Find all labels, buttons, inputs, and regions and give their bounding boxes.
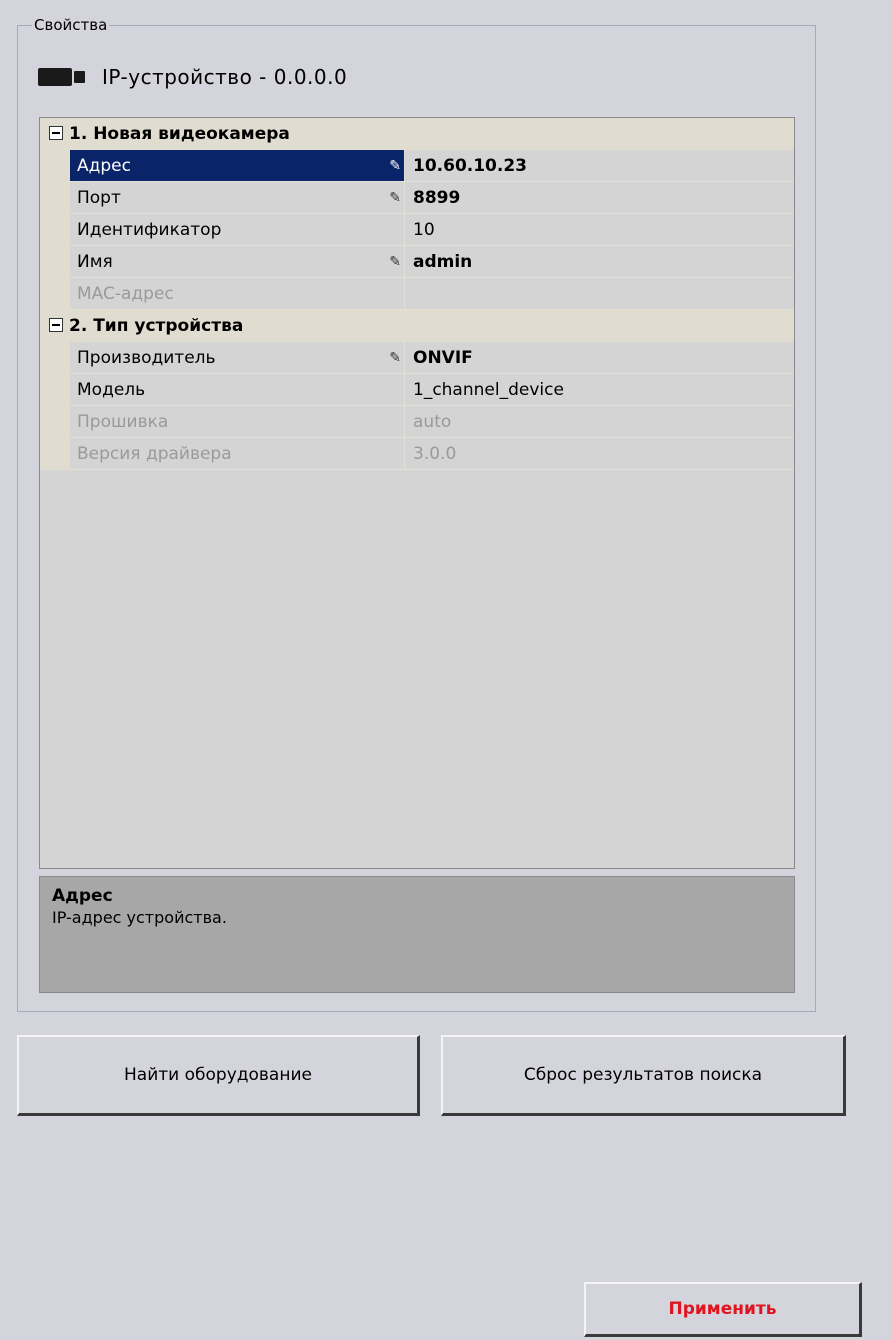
property-row-identifier[interactable]: Идентификатор 10 [40, 214, 794, 246]
property-value: 3.0.0 [404, 438, 794, 470]
video-camera-icon [38, 67, 88, 87]
device-header: IP-устройство - 0.0.0.0 [38, 60, 347, 94]
property-value[interactable]: 10 [404, 214, 794, 246]
property-name: Производитель [77, 348, 216, 368]
category-label: 2. Тип устройства [69, 316, 244, 336]
property-value[interactable]: 8899 [404, 182, 794, 214]
category-label: 1. Новая видеокамера [69, 124, 290, 144]
property-value[interactable]: 1_channel_device [404, 374, 794, 406]
property-row-driver-version[interactable]: Версия драйвера 3.0.0 [40, 438, 794, 470]
help-title: Адрес [52, 886, 113, 906]
collapse-icon[interactable] [49, 126, 63, 140]
property-row-manufacturer[interactable]: Производитель ✎ ONVIF [40, 342, 794, 374]
groupbox-title: Свойства [32, 14, 110, 36]
property-name: Модель [77, 380, 146, 400]
property-row-mac-address[interactable]: MAC-адрес [40, 278, 794, 310]
edit-pencil-icon: ✎ [389, 254, 401, 270]
find-equipment-button[interactable]: Найти оборудование [17, 1035, 420, 1116]
property-name: Порт [77, 188, 121, 208]
property-name: Версия драйвера [77, 444, 232, 464]
property-name: Адрес [77, 156, 131, 176]
property-row-model[interactable]: Модель 1_channel_device [40, 374, 794, 406]
property-row-firmware[interactable]: Прошивка auto [40, 406, 794, 438]
edit-pencil-icon: ✎ [389, 190, 401, 206]
property-value[interactable]: admin [404, 246, 794, 278]
collapse-icon[interactable] [49, 318, 63, 332]
category-row-device-type[interactable]: 2. Тип устройства [40, 310, 794, 342]
help-description: IP-адрес устройства. [52, 908, 227, 927]
property-row-port[interactable]: Порт ✎ 8899 [40, 182, 794, 214]
property-value[interactable]: 10.60.10.23 [404, 150, 794, 182]
edit-pencil-icon: ✎ [389, 158, 401, 174]
property-name: Идентификатор [77, 220, 222, 240]
property-grid: 1. Новая видеокамера Адрес ✎ 10.60.10.23… [39, 117, 795, 869]
property-value[interactable]: ONVIF [404, 342, 794, 374]
device-title: IP-устройство - 0.0.0.0 [102, 65, 348, 89]
property-name: MAC-адрес [77, 284, 174, 304]
property-value [404, 278, 794, 310]
property-row-address[interactable]: Адрес ✎ 10.60.10.23 [40, 150, 794, 182]
property-name: Прошивка [77, 412, 169, 432]
apply-button[interactable]: Применить [584, 1282, 862, 1337]
reset-search-button[interactable]: Сброс результатов поиска [441, 1035, 846, 1116]
property-value: auto [404, 406, 794, 438]
edit-pencil-icon: ✎ [389, 350, 401, 366]
help-panel: Адрес IP-адрес устройства. [39, 876, 795, 993]
property-name: Имя [77, 252, 113, 272]
property-row-name[interactable]: Имя ✎ admin [40, 246, 794, 278]
category-row-camera[interactable]: 1. Новая видеокамера [40, 118, 794, 150]
